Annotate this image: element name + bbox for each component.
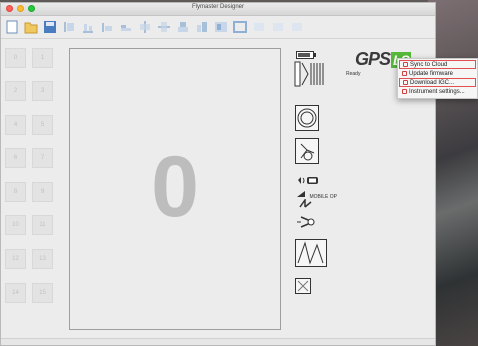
menu-item-label: Sync to Cloud: [410, 61, 448, 68]
new-file-button[interactable]: [4, 19, 20, 35]
page-button[interactable]: 10: [5, 215, 26, 235]
page-button[interactable]: 2: [5, 81, 26, 101]
wind-icon: [299, 197, 312, 208]
list-icon: [254, 23, 264, 31]
app-window: Flymaster Designer 0 1 2 3 4 5 6 7 8 9 1…: [0, 2, 436, 346]
folder-icon: [24, 22, 38, 34]
page-button[interactable]: 7: [32, 148, 53, 168]
distribute-h-button[interactable]: [137, 19, 153, 35]
frame-button[interactable]: [232, 19, 248, 35]
frame-icon: [233, 21, 247, 33]
open-folder-button[interactable]: [23, 19, 39, 35]
gauge-widget[interactable]: [295, 214, 317, 235]
menu-item-label: Update firmware: [409, 70, 454, 77]
align-center-icon: [102, 23, 112, 32]
align-top-button[interactable]: [118, 19, 134, 35]
group-icon: [178, 22, 188, 32]
firmware-icon: [402, 71, 407, 76]
align-center-button[interactable]: [99, 19, 115, 35]
compass-icon: [295, 105, 319, 131]
toolbar: [1, 16, 435, 39]
menu-item-sync-cloud[interactable]: Sync to Cloud: [399, 60, 476, 69]
align-left-button[interactable]: [61, 19, 77, 35]
design-canvas[interactable]: 0: [69, 48, 281, 330]
page-button[interactable]: 6: [5, 148, 26, 168]
ungroup-icon: [197, 22, 207, 32]
graph-icon: [295, 239, 327, 267]
cloud-sync-icon: [403, 62, 408, 67]
list-icon: [273, 23, 283, 31]
align-left-icon: [64, 22, 74, 32]
layout-button[interactable]: [213, 19, 229, 35]
page-button[interactable]: 12: [5, 249, 26, 269]
page-button[interactable]: 3: [32, 81, 53, 101]
ungroup-button[interactable]: [194, 19, 210, 35]
status-bar: [1, 338, 435, 345]
speaker-icon: [298, 177, 318, 184]
menu-item-label: Instrument settings...: [409, 88, 465, 95]
menu-item-download-igc[interactable]: Download IGC...: [399, 78, 476, 87]
group-button[interactable]: [175, 19, 191, 35]
window-title: Flymaster Designer: [191, 4, 244, 10]
page-button[interactable]: 9: [32, 182, 53, 202]
page-button[interactable]: 14: [5, 283, 26, 303]
thermal-icon: [295, 138, 319, 164]
list-button-2[interactable]: [270, 19, 286, 35]
distribute-v-button[interactable]: [156, 19, 172, 35]
distribute-horizontal-icon: [140, 21, 150, 33]
device-status: Ready: [346, 71, 361, 77]
thermal-widget[interactable]: [295, 138, 319, 169]
distribute-vertical-icon: [158, 22, 170, 32]
page-button[interactable]: 8: [5, 182, 26, 202]
compass-widget[interactable]: [295, 105, 319, 136]
layout-icon: [215, 22, 227, 32]
page-button[interactable]: 1: [32, 48, 53, 68]
settings-icon: [402, 89, 407, 94]
placeholder-icon: [295, 278, 311, 294]
vario-bar-icon: [294, 61, 324, 87]
page-button[interactable]: 5: [32, 115, 53, 135]
title-bar: Flymaster Designer: [1, 3, 435, 16]
menu-item-update-firmware[interactable]: Update firmware: [399, 69, 476, 78]
save-icon: [44, 21, 56, 33]
menu-item-label: Download IGC...: [410, 79, 455, 86]
page-button[interactable]: 0: [5, 48, 26, 68]
page-button[interactable]: 15: [32, 283, 53, 303]
device-brand: GPS: [355, 49, 391, 69]
page-button[interactable]: 4: [5, 115, 26, 135]
page-button[interactable]: 11: [32, 215, 53, 235]
align-top-icon: [121, 25, 131, 31]
signal-label: MOBILE OP: [309, 194, 337, 200]
list-icon: [292, 23, 302, 31]
widget-placeholder[interactable]: [295, 278, 311, 299]
save-button[interactable]: [42, 19, 58, 35]
align-bottom-button[interactable]: [80, 19, 96, 35]
align-bottom-icon: [83, 24, 93, 33]
page-button[interactable]: 13: [32, 249, 53, 269]
wind-widget[interactable]: [299, 196, 313, 214]
gauge-icon: [297, 216, 315, 228]
page-number-watermark: 0: [151, 139, 199, 235]
vario-bar-widget[interactable]: [294, 60, 330, 93]
list-button-3[interactable]: [289, 19, 305, 35]
battery-icon: [296, 51, 316, 59]
device-context-menu: Sync to Cloud Update firmware Download I…: [397, 58, 478, 99]
graph-widget[interactable]: [295, 239, 327, 272]
menu-item-instrument-settings[interactable]: Instrument settings...: [399, 87, 476, 96]
new-file-icon: [6, 20, 18, 34]
download-icon: [403, 80, 408, 85]
list-button-1[interactable]: [251, 19, 267, 35]
